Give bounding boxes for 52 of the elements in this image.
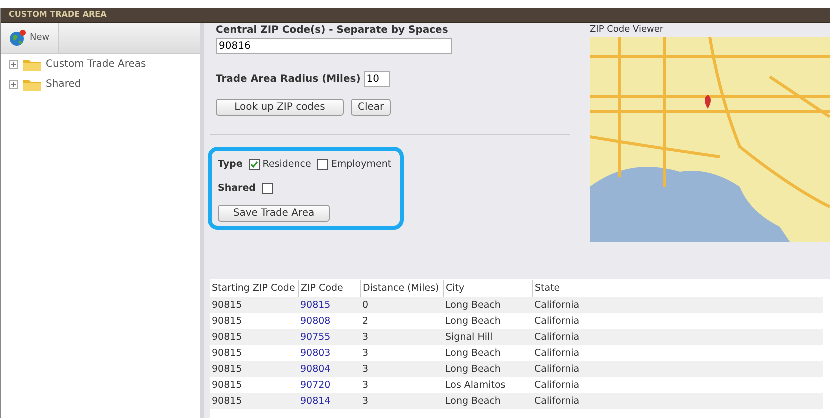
table-cell: Long Beach	[446, 396, 501, 406]
table-cell: 90815	[212, 348, 242, 358]
table-cell: 3	[362, 380, 369, 390]
table-cell: California	[534, 380, 580, 390]
clear-button[interactable]: Clear	[351, 99, 392, 116]
table-cell: 3	[362, 364, 369, 374]
tree-item[interactable]: Custom Trade Areas	[46, 58, 146, 70]
new-button[interactable]: New	[1, 23, 59, 53]
table-cell: 90815	[212, 380, 242, 390]
table-cell: California	[534, 396, 580, 406]
table-cell: California	[534, 364, 580, 374]
zip-link[interactable]: 90808	[300, 316, 331, 326]
table-cell: California	[534, 348, 580, 358]
window-title: CUSTOM TRADE AREA	[1, 8, 830, 23]
column-header: Distance (Miles)	[360, 280, 444, 297]
table-cell: 90815	[212, 332, 242, 342]
tree-item[interactable]: Shared	[46, 78, 82, 90]
table-cell: 90815	[212, 364, 242, 374]
table-cell: Long Beach	[446, 348, 501, 358]
radius-field[interactable]: 10	[364, 71, 390, 87]
save-button[interactable]: Save Trade Area	[218, 205, 330, 222]
lookup-button[interactable]: Look up ZIP codes	[216, 99, 344, 116]
field-label: Type	[218, 158, 243, 170]
checkbox-label: Residence	[262, 158, 312, 170]
field-label: Central ZIP Code(s) - Separate by Spaces	[216, 25, 450, 36]
zip-link[interactable]: 90720	[300, 380, 331, 390]
table-cell: 0	[362, 300, 369, 310]
table-cell: 3	[362, 332, 369, 342]
table-cell: 90815	[212, 316, 242, 326]
table-cell: California	[534, 300, 580, 310]
panel-title: ZIP Code Viewer	[590, 25, 665, 35]
table-cell: California	[534, 316, 580, 326]
table-cell: 3	[362, 348, 369, 358]
field-label: Trade Area Radius (Miles)	[216, 74, 361, 84]
zip-link[interactable]: 90803	[300, 348, 331, 358]
checkbox-label: Employment	[331, 158, 392, 170]
table-cell: Long Beach	[446, 300, 501, 310]
column-header: State	[532, 280, 823, 297]
column-header: Starting ZIP Code	[210, 280, 298, 297]
column-header: ZIP Code	[298, 280, 360, 297]
zip-code-field[interactable]: 90816	[216, 38, 452, 54]
table-cell: Signal Hill	[446, 332, 493, 342]
column-header: City	[444, 280, 532, 297]
table-cell: California	[534, 332, 580, 342]
field-label: Shared	[218, 182, 256, 194]
table-cell: Los Alamitos	[446, 380, 506, 390]
table-cell: 90815	[212, 300, 242, 310]
table-cell: 90815	[212, 396, 242, 406]
table-cell: Long Beach	[446, 364, 501, 374]
table-cell: 2	[362, 316, 369, 326]
table-cell: Long Beach	[446, 316, 501, 326]
table-cell: 3	[362, 396, 369, 406]
